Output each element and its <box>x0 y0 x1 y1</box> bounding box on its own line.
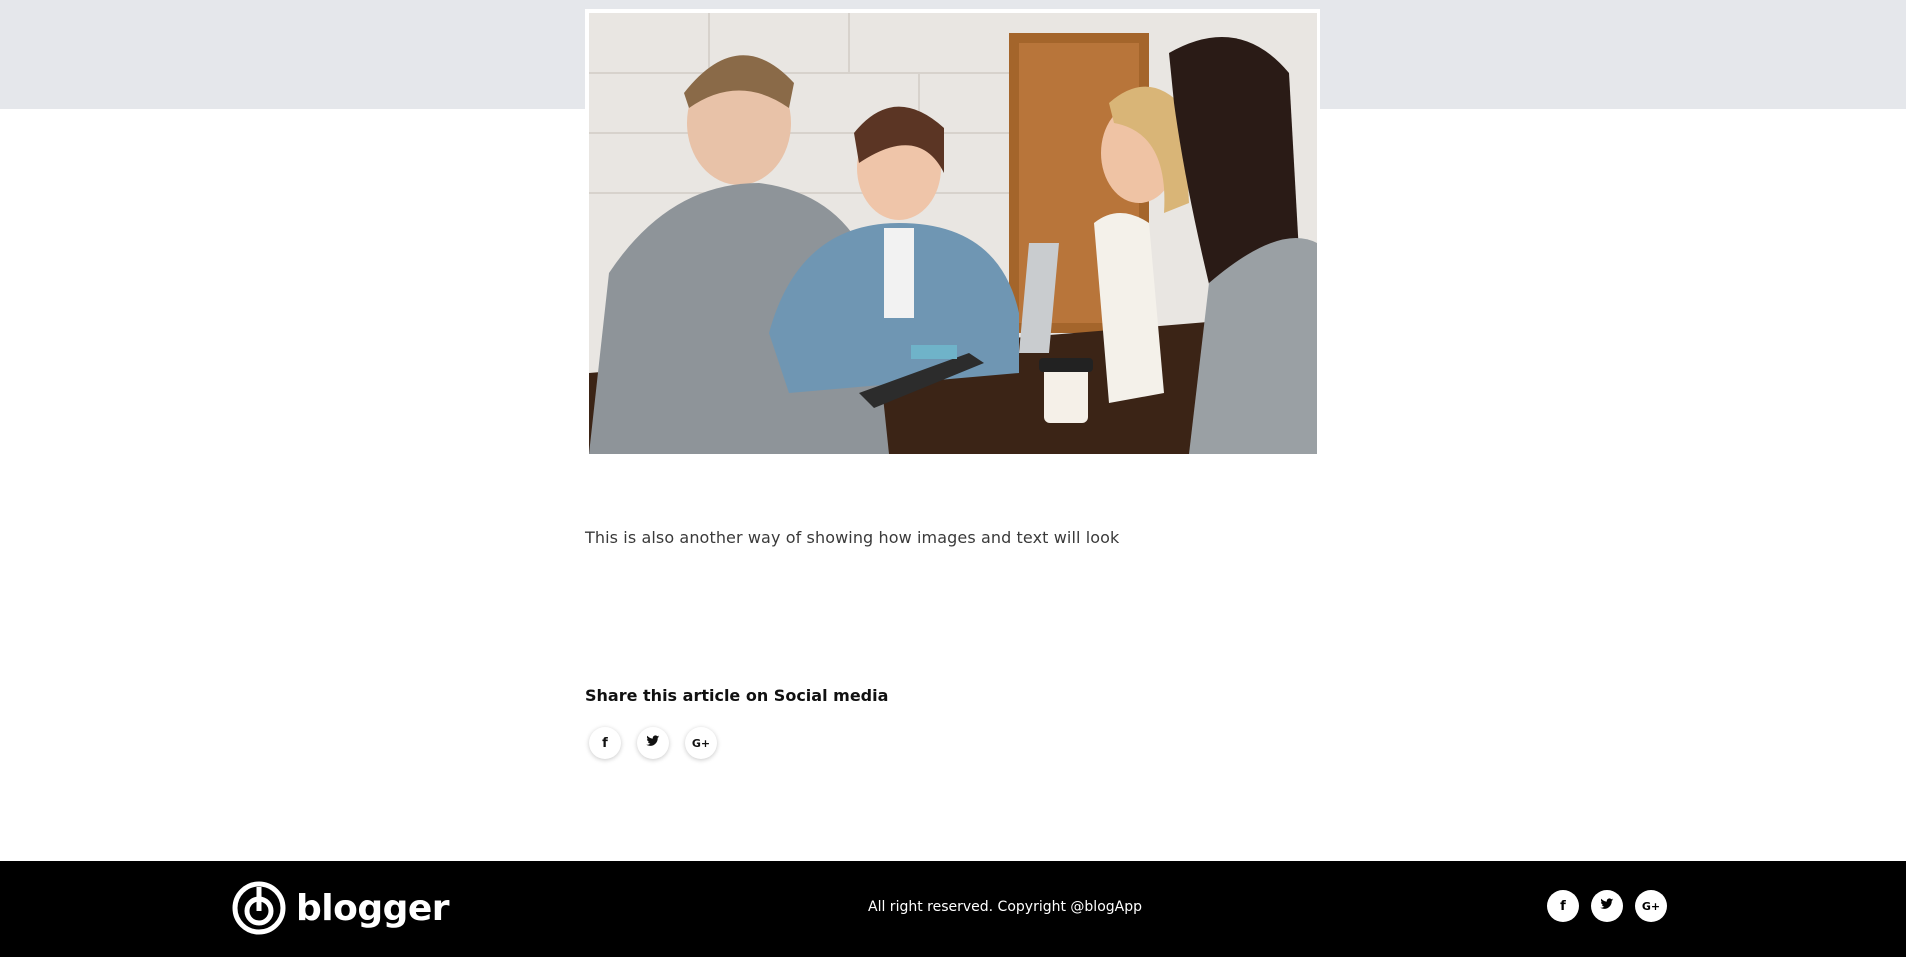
footer-twitter-button[interactable] <box>1591 890 1623 922</box>
share-twitter-button[interactable] <box>637 727 669 759</box>
share-facebook-button[interactable]: f <box>589 727 621 759</box>
footer-google-plus-button[interactable]: G+ <box>1635 890 1667 922</box>
copyright-text: All right reserved. Copyright @blogApp <box>868 899 1142 915</box>
twitter-icon <box>646 735 660 751</box>
blogger-logo-icon <box>232 881 286 935</box>
share-google-plus-button[interactable]: G+ <box>685 727 717 759</box>
article-body-text: This is also another way of showing how … <box>585 528 1120 547</box>
brand-name: blogger <box>296 887 450 929</box>
footer: blogger All right reserved. Copyright @b… <box>0 861 1906 957</box>
hero-image-frame <box>585 9 1320 457</box>
facebook-icon: f <box>1560 898 1566 914</box>
footer-facebook-button[interactable]: f <box>1547 890 1579 922</box>
google-plus-icon: G+ <box>691 736 711 750</box>
google-plus-icon: G+ <box>1641 899 1661 913</box>
twitter-icon <box>1600 898 1614 914</box>
footer-social-icons: f G+ <box>1547 890 1667 922</box>
hero-image <box>589 13 1317 454</box>
share-title: Share this article on Social media <box>585 686 889 705</box>
article-page: This is also another way of showing how … <box>0 0 1906 957</box>
facebook-icon: f <box>602 735 608 751</box>
share-icons: f G+ <box>589 727 717 759</box>
brand-logo[interactable]: blogger <box>232 881 450 935</box>
